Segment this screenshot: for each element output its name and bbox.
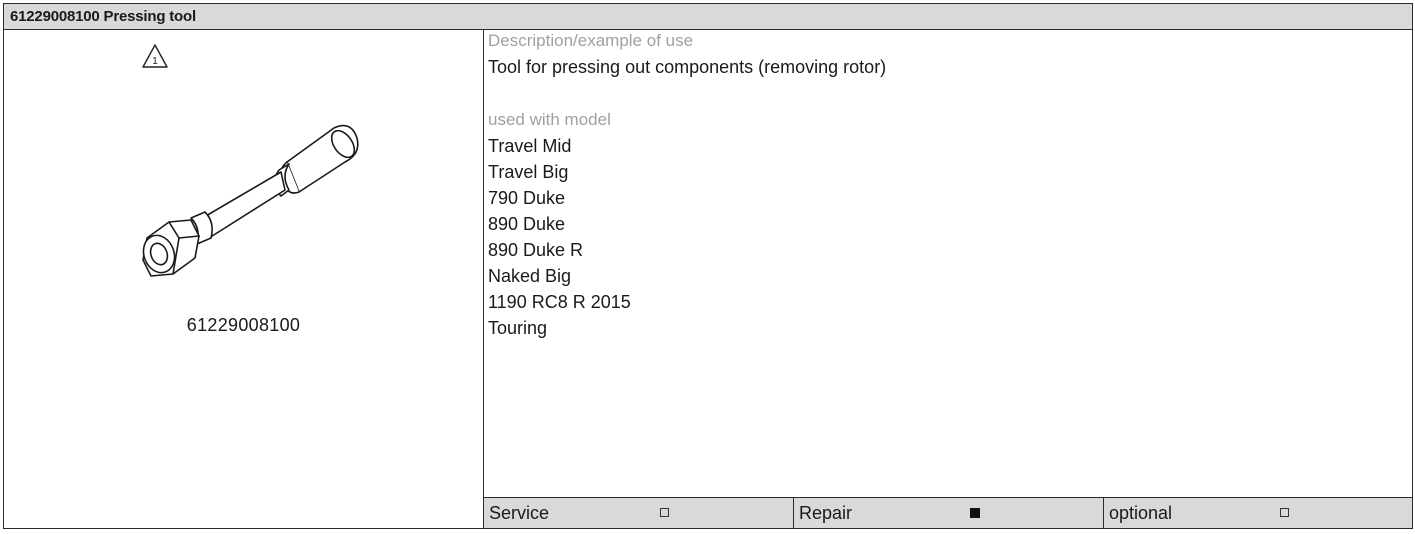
category-label: optional [1109,503,1173,523]
model-item: 1190 RC8 R 2015 [488,292,631,312]
description-text: Tool for pressing out components (removi… [488,57,887,77]
model-item: Travel Mid [488,136,572,156]
model-item: 890 Duke R [488,240,584,260]
illustration-panel: 1 61229008100 [4,30,484,528]
repair-checkbox-icon [970,508,980,518]
category-label: Service [489,503,550,523]
category-repair: Repair [794,498,1104,528]
model-item: 890 Duke [488,214,566,234]
svg-text:1: 1 [152,56,158,67]
sheet-title: 61229008100 Pressing tool [4,4,1412,30]
part-number-caption: 61229008100 [186,315,301,335]
optional-checkbox-icon [1280,508,1289,517]
model-item: 790 Duke [488,188,566,208]
category-footer: Service Repair optional [484,497,1412,528]
category-service: Service [484,498,794,528]
warning-triangle-icon: 1 [142,44,168,68]
models-label: used with model [488,110,611,129]
model-item: Naked Big [488,266,572,286]
category-optional: optional [1104,498,1412,528]
pressing-tool-image [142,124,359,277]
tool-sheet: 61229008100 Pressing tool 1 61229008100 … [3,3,1413,529]
service-checkbox-icon [660,508,669,517]
sheet-body: 1 61229008100 Description/example of use… [4,30,1412,528]
details-panel: Description/example of use Tool for pres… [484,30,1412,528]
description-label: Description/example of use [488,31,694,50]
model-item: Touring [488,318,548,338]
model-item: Travel Big [488,162,569,182]
category-label: Repair [799,503,853,523]
